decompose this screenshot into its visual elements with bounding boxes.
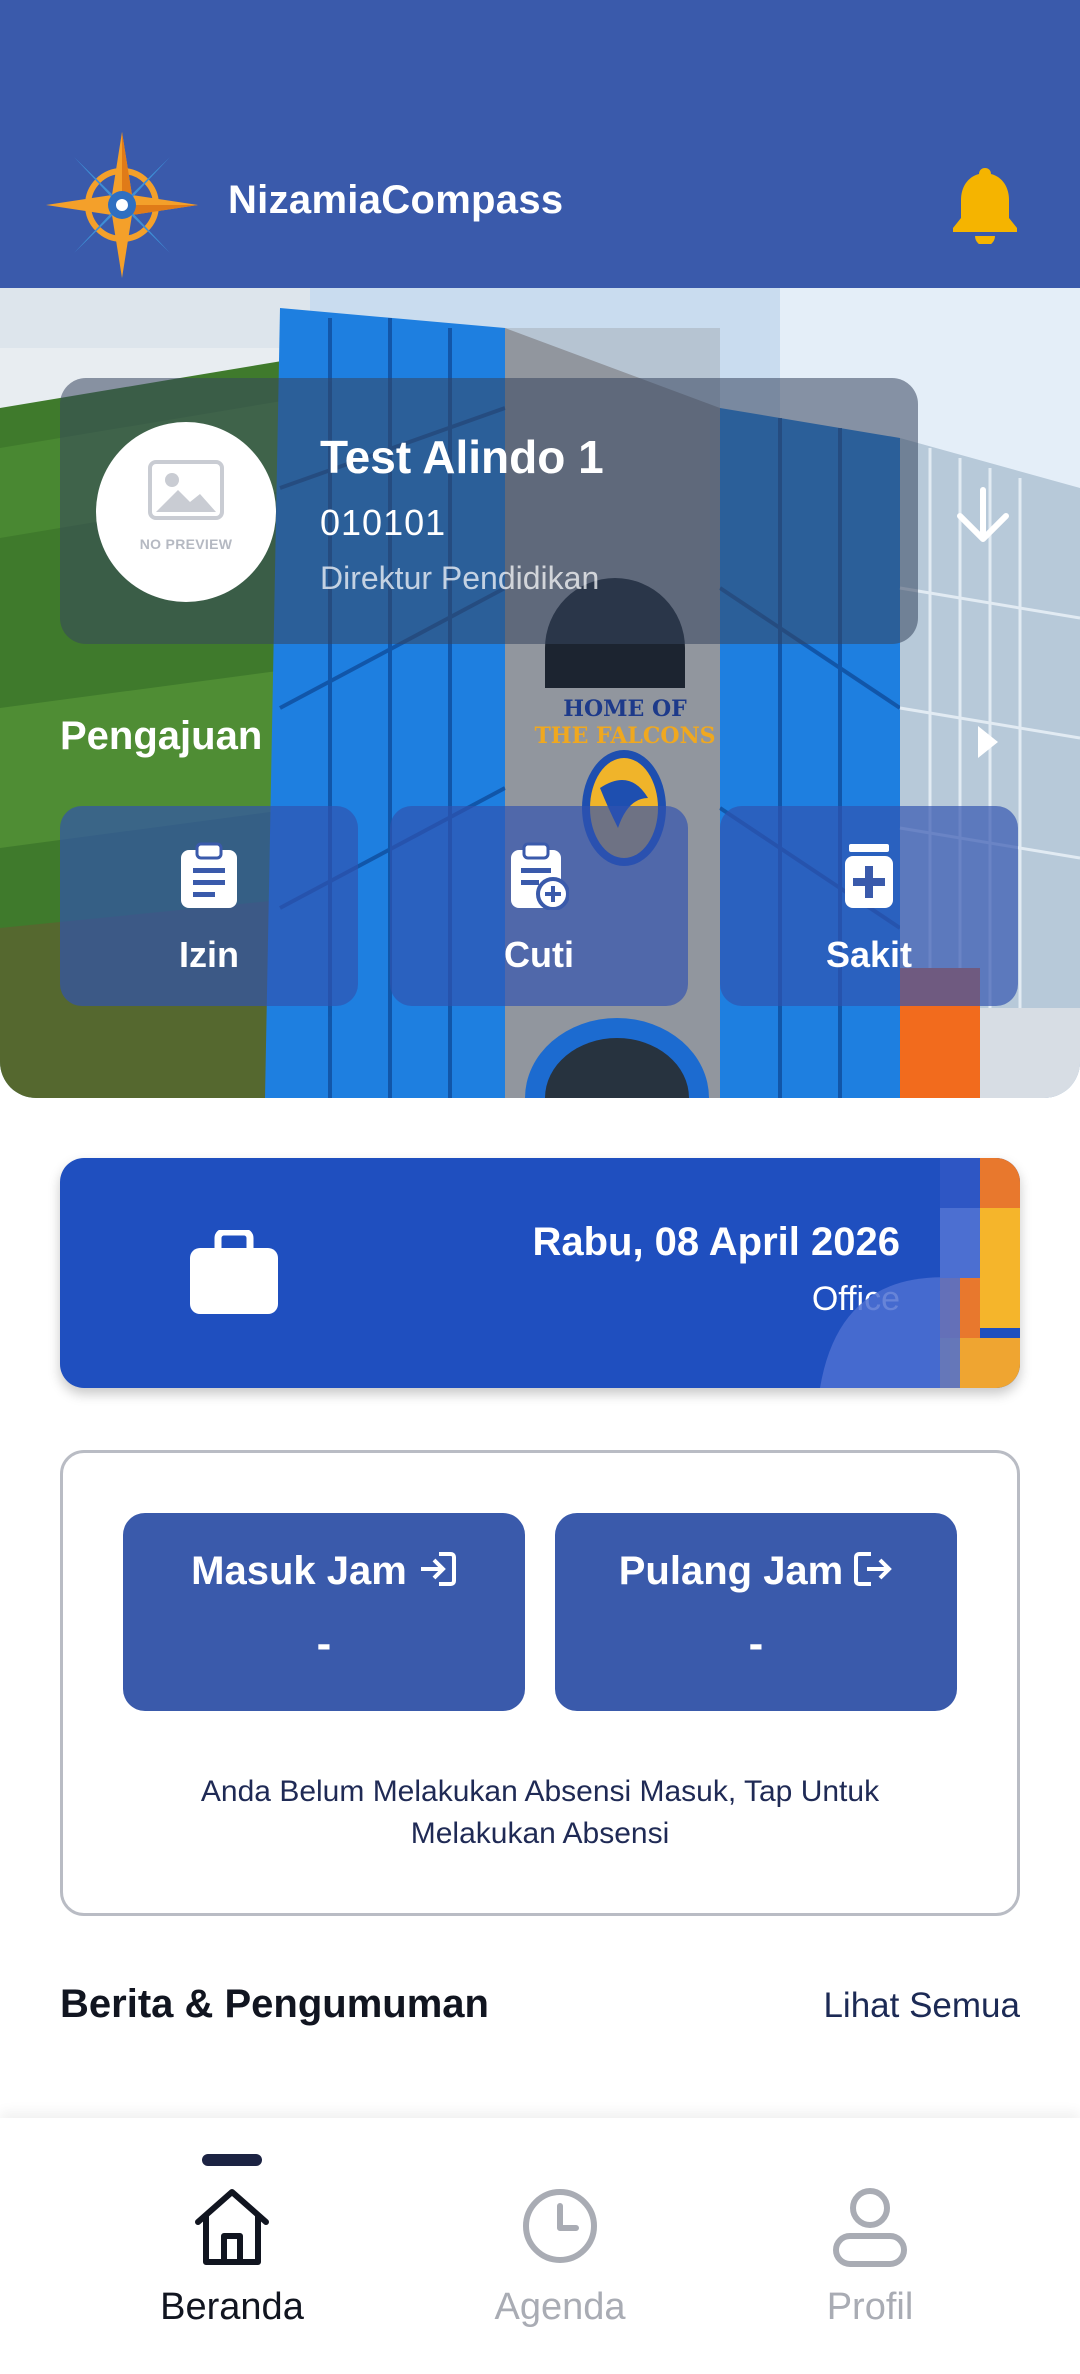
notification-bell-icon[interactable]	[950, 164, 1020, 244]
medicine-icon	[845, 844, 893, 908]
schedule-card: Rabu, 08 April 2026 Office	[60, 1158, 1020, 1388]
chevron-right-icon[interactable]	[976, 724, 1000, 760]
nav-item-beranda[interactable]: Beranda	[100, 2118, 360, 2374]
app-bar: NizamiaCompass	[0, 0, 1080, 288]
request-sakit-label: Sakit	[825, 934, 913, 975]
clock-icon	[523, 2189, 597, 2263]
avatar: NO PREVIEW	[96, 422, 276, 602]
check-out-label: Pulang Jam	[618, 1549, 844, 1593]
bottom-navigation: Beranda Agenda Profil	[0, 2118, 1080, 2374]
hero-banner: HOME OF THE FALCONS NO PREVIEW Test Alin…	[0, 288, 1080, 1098]
clipboard-add-icon	[511, 842, 569, 910]
compass-logo-icon	[46, 132, 198, 278]
arrow-down-icon[interactable]	[952, 484, 1014, 546]
profile-role: Direktur Pendidikan	[320, 560, 600, 596]
request-cuti-button[interactable]: Cuti	[390, 806, 688, 1006]
nav-item-agenda[interactable]: Agenda	[428, 2118, 688, 2374]
active-tab-indicator	[202, 2154, 262, 2166]
attendance-message[interactable]: Anda Belum Melakukan Absensi Masuk, Tap …	[143, 1771, 937, 1855]
check-out-button[interactable]: Pulang Jam -	[555, 1513, 957, 1711]
nav-label-beranda: Beranda	[160, 2286, 304, 2328]
home-icon	[195, 2189, 269, 2265]
decorative-pattern	[820, 1158, 1020, 1388]
briefcase-icon	[190, 1230, 278, 1314]
clipboard-list-icon	[181, 842, 237, 908]
request-izin-button[interactable]: Izin	[60, 806, 358, 1006]
check-in-value: -	[316, 1619, 332, 1668]
avatar-placeholder-text: NO PREVIEW	[139, 536, 233, 552]
check-in-button[interactable]: Masuk Jam -	[123, 1513, 525, 1711]
nav-label-profil: Profil	[826, 2286, 914, 2328]
nav-label-agenda: Agenda	[494, 2286, 626, 2328]
check-out-value: -	[748, 1619, 764, 1668]
requests-title: Pengajuan	[60, 714, 263, 758]
profile-card[interactable]: NO PREVIEW Test Alindo 1 010101 Direktur…	[60, 378, 918, 644]
building-sign-line2: THE FALCONS	[534, 723, 715, 749]
request-cuti-label: Cuti	[504, 934, 574, 975]
check-in-label: Masuk Jam	[191, 1549, 407, 1593]
app-title: NizamiaCompass	[228, 178, 564, 222]
logout-icon	[854, 1552, 893, 1586]
attendance-card[interactable]: Masuk Jam - Pulang Jam - Anda Belum Mela…	[60, 1450, 1020, 1916]
image-placeholder-icon	[148, 460, 224, 520]
nav-item-profil[interactable]: Profil	[738, 2118, 998, 2374]
see-all-link[interactable]: Lihat Semua	[823, 1986, 1020, 2026]
login-icon	[420, 1552, 456, 1586]
request-sakit-button[interactable]: Sakit	[720, 806, 1018, 1006]
profile-employee-id: 010101	[320, 502, 447, 543]
building-sign-line1: HOME OF	[563, 696, 687, 722]
news-section-title: Berita & Pengumuman	[60, 1982, 489, 2026]
profile-name: Test Alindo 1	[320, 431, 604, 483]
request-izin-label: Izin	[179, 934, 239, 975]
user-icon	[833, 2188, 907, 2267]
